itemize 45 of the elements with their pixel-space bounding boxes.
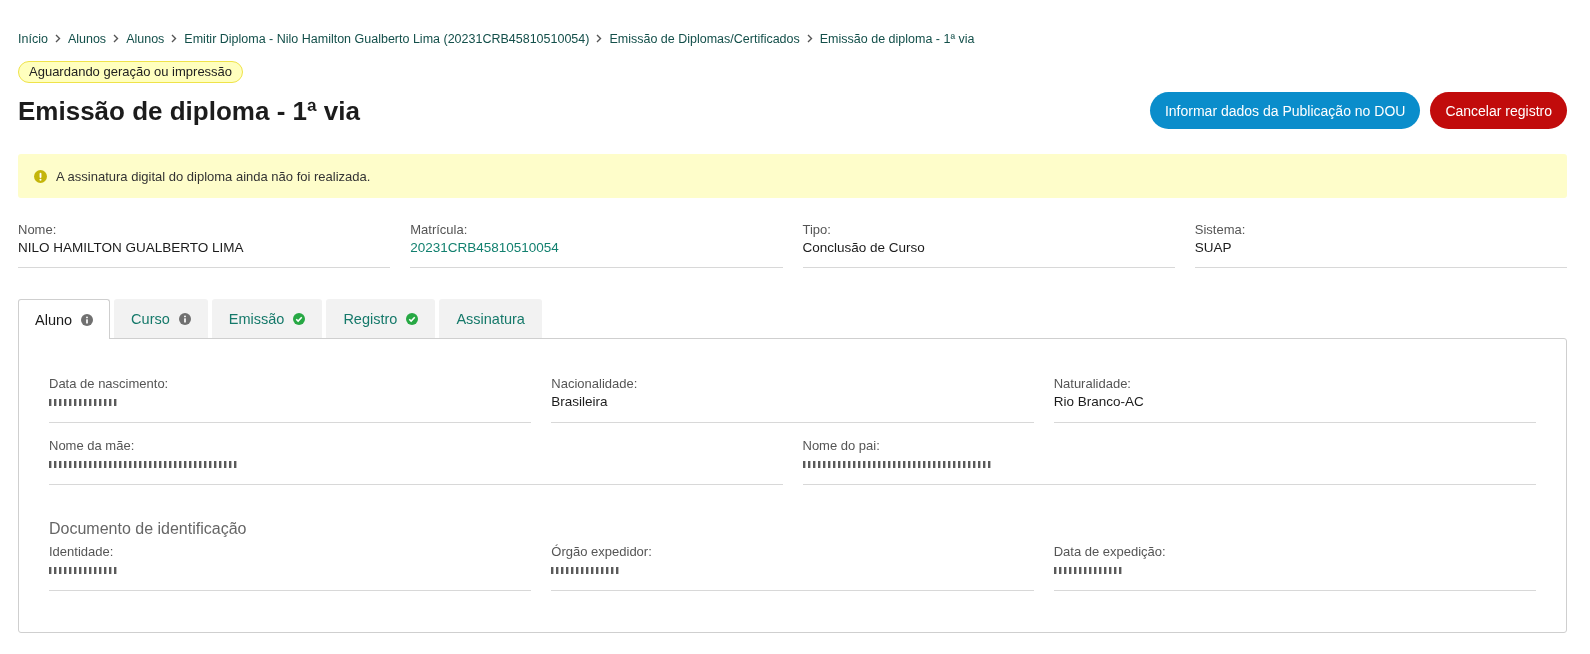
- field-value: Rio Branco-AC: [1053, 394, 1144, 410]
- field-label: Naturalidade:: [1053, 376, 1131, 391]
- breadcrumb-link[interactable]: Alunos: [67, 31, 107, 46]
- section-heading: Documento de identificação: [49, 519, 248, 538]
- chevron-right-icon: [806, 34, 813, 43]
- field-label: Tipo:: [802, 222, 831, 237]
- field-value: Conclusão de Curso: [802, 240, 925, 256]
- tab[interactable]: Aluno: [18, 299, 111, 339]
- field-value: Brasileira: [551, 394, 608, 410]
- field-value-link[interactable]: 20231CRB45810510054: [410, 240, 559, 256]
- breadcrumb-link[interactable]: Emissão de diploma - 1ª via: [819, 31, 975, 46]
- chevron-right-icon: [596, 34, 603, 43]
- tab[interactable]: Emissão: [211, 299, 323, 338]
- field-label: Nacionalidade:: [551, 376, 638, 391]
- page-title: Emissão de diploma - 1ª via: [18, 95, 360, 126]
- tab[interactable]: Curso: [114, 299, 208, 338]
- tab[interactable]: Registro: [326, 299, 436, 338]
- exclamation-icon: [34, 169, 47, 183]
- tab[interactable]: Assinatura: [439, 299, 542, 338]
- field-value: NILO HAMILTON GUALBERTO LIMA: [18, 240, 244, 256]
- field-value: SUAP: [1194, 240, 1232, 256]
- check-circle-icon: [293, 313, 306, 325]
- field-label: Sistema:: [1194, 222, 1246, 237]
- field-label: Identidade:: [49, 544, 114, 559]
- status-badge: Aguardando geração ou impressão: [18, 61, 244, 83]
- field-label: Data de expedição:: [1053, 544, 1166, 559]
- info-icon: [81, 313, 94, 326]
- cancel-button[interactable]: Cancelar registro: [1430, 92, 1567, 129]
- alert-message: A assinatura digital do diploma ainda não foi realizada.: [56, 168, 371, 184]
- field-label: Nome da mãe:: [49, 438, 135, 453]
- breadcrumb-link[interactable]: Início: [18, 31, 48, 46]
- field-label: Órgão expedidor:: [551, 544, 652, 559]
- chevron-right-icon: [171, 34, 178, 43]
- field-label: Nome do pai:: [802, 438, 880, 453]
- publish-button[interactable]: Informar dados da Publicação no DOU: [1149, 92, 1421, 129]
- info-icon: [178, 313, 191, 325]
- field-label: Data de nascimento:: [49, 376, 169, 391]
- chevron-right-icon: [54, 34, 61, 43]
- field-label: Nome:: [18, 222, 57, 237]
- field-label: Matrícula:: [410, 222, 468, 237]
- chevron-right-icon: [113, 34, 120, 43]
- breadcrumb-link[interactable]: Emitir Diploma - Nilo Hamilton Gualberto Lima (20231CRB45810510054): [184, 31, 590, 46]
- check-circle-icon: [406, 313, 419, 325]
- breadcrumb-link[interactable]: Alunos: [126, 31, 165, 46]
- breadcrumb-link[interactable]: Emissão de Diplomas/Certificados: [609, 31, 800, 46]
